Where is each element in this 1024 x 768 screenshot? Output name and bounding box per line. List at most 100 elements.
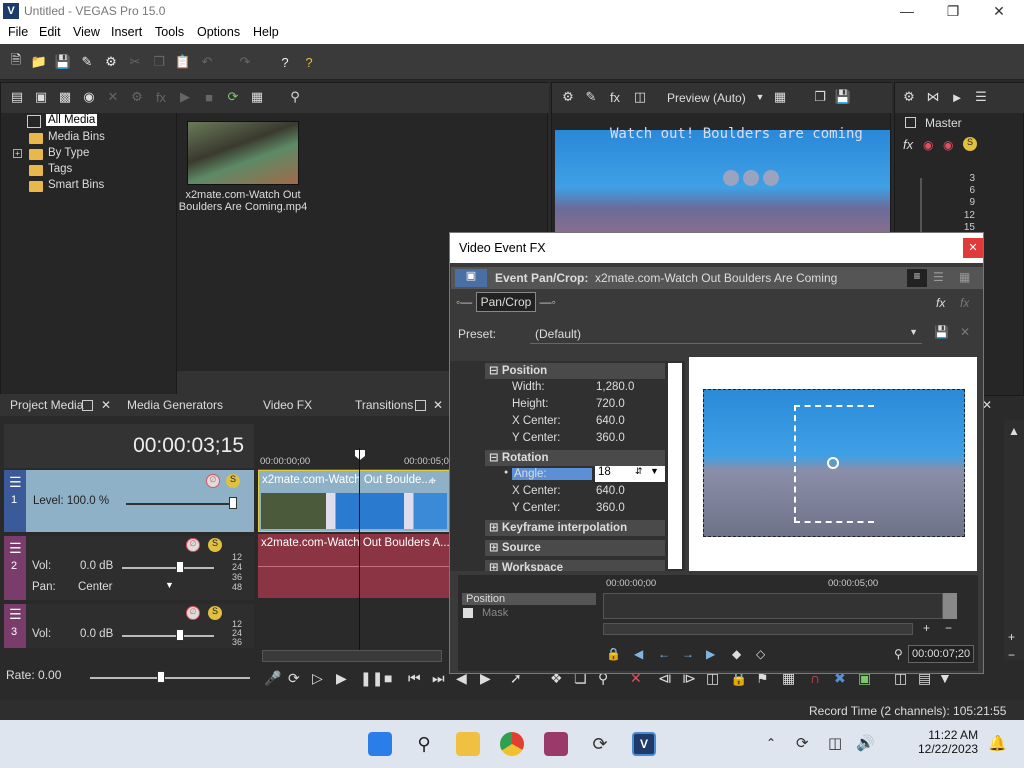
fx-icon[interactable]: fx [153,89,169,105]
sync-cursor-icon[interactable]: 🔒 [606,647,621,661]
tab-video-fx[interactable]: Video FX [263,398,312,412]
settings-gear-icon[interactable]: ⚙ [103,54,119,70]
project-properties-icon[interactable]: ✎ [583,89,599,105]
next-keyframe-icon[interactable]: → [682,647,694,661]
audio-track-3-header[interactable]: ☰ 3 ∅ S Vol: 0.0 dB 12 24 36 [4,604,254,648]
timeline-ruler[interactable]: 00:00:00;00 00:00:05;00 [258,448,454,470]
tree-item-all-media[interactable]: All Media [46,114,98,126]
pause-icon[interactable]: ❚❚ [360,670,383,687]
timeline-scrollbar[interactable] [262,650,442,662]
remove-plugin-icon[interactable]: fx [960,296,969,310]
rotation-y-center-value[interactable]: 360.0 [596,502,625,514]
menu-options[interactable]: Options [197,25,240,39]
vol-slider-knob[interactable] [176,629,184,641]
network-icon[interactable]: ◫ [828,734,842,752]
mixer-icon[interactable]: ☰ [973,89,989,105]
mute-icon[interactable]: ∅ [206,474,220,488]
pan-crop-workspace[interactable] [689,357,977,571]
tree-item-smart-bins[interactable]: Smart Bins [48,179,104,191]
delete-keyframe-icon[interactable]: ◇ [756,647,765,661]
solo-icon[interactable]: S [208,538,222,552]
tab-close-icon[interactable]: ✕ [101,398,111,412]
play-from-start-icon[interactable]: ▷ [312,670,323,687]
pan-crop-chain-button[interactable]: Pan/Crop [475,292,537,312]
prev-keyframe-icon[interactable]: ← [658,647,670,661]
record-icon[interactable]: 🎤 [264,670,281,687]
vol-slider-knob[interactable] [176,561,184,573]
width-value[interactable]: 1,280.0 [596,381,634,393]
master-fx-icon[interactable]: fx [903,137,913,152]
taskbar-clock[interactable]: 11:22 AM 12/22/2023 [918,728,978,756]
delete-preset-icon[interactable]: ✕ [960,325,970,339]
tab-maximize-icon[interactable] [82,400,93,411]
app-icon[interactable]: ⟳ [588,732,612,756]
level-slider-knob[interactable] [229,497,237,509]
winrar-icon[interactable] [544,732,568,756]
maximize-icon[interactable]: ❐ [930,0,976,22]
last-keyframe-icon[interactable]: ▶ [706,647,715,661]
vol-slider[interactable] [122,635,214,637]
menu-view[interactable]: View [73,25,100,39]
mask-checkbox[interactable] [463,608,473,618]
media-thumbnail[interactable] [187,121,299,185]
mute-icon[interactable]: ∅ [186,538,200,552]
tree-item-by-type[interactable]: By Type [48,147,89,159]
save-icon[interactable]: 💾 [55,54,71,70]
go-to-start-icon[interactable]: ⏮ [408,670,421,687]
play-icon[interactable]: ▶ [177,89,193,105]
tab-media-generators[interactable]: Media Generators [127,398,223,412]
go-to-end-icon[interactable]: ⏭ [432,670,445,687]
media-fx-icon[interactable]: ⚙ [129,89,145,105]
video-track-header[interactable]: ☰ 1 ∅ S Level: 100.0 % [4,470,254,532]
dim-output-icon[interactable]: ► [949,89,965,105]
remove-media-icon[interactable]: ✕ [105,89,121,105]
tree-item-media-bins[interactable]: Media Bins [48,131,105,143]
menu-edit[interactable]: Edit [39,25,61,39]
undo-icon[interactable]: ↶ [199,54,215,70]
rate-slider-knob[interactable] [157,671,165,683]
first-keyframe-icon[interactable]: ◀ [634,647,643,661]
stop-icon[interactable]: ■ [384,670,392,686]
section-workspace[interactable]: ⊞ Workspace [485,560,665,571]
open-folder-icon[interactable]: 📁 [31,54,47,70]
play-icon[interactable]: ▶ [336,670,347,687]
preset-dropdown[interactable]: (Default) ▼ [530,323,922,344]
zoom-in-icon[interactable]: + [1008,630,1015,644]
grid-view-icon[interactable]: ▦ [959,270,970,284]
height-value[interactable]: 720.0 [596,398,625,410]
track-menu-icon[interactable]: ☰ [9,540,22,557]
import-media-icon[interactable]: ▤ [9,89,25,105]
pan-crop-icon[interactable]: ⌖ [429,473,436,489]
detail-view-icon[interactable]: ☰ [933,270,944,284]
overlays-icon[interactable]: ▦ [772,89,788,105]
rotation-center-handle[interactable] [827,457,839,469]
solo-icon[interactable]: S [208,606,222,620]
search-icon[interactable]: ⚲ [287,89,303,105]
cut-icon[interactable]: ✂ [127,54,143,70]
preview-settings-icon[interactable]: ⚙ [560,89,576,105]
copy-icon[interactable]: ❐ [151,54,167,70]
views-icon[interactable]: ▦ [249,89,265,105]
auto-preview-icon[interactable]: ⟳ [225,89,241,105]
taskbar-search-icon[interactable]: ⚲ [412,732,436,756]
audio-track-2-header[interactable]: ☰ 2 ∅ S Vol: 0.0 dB Pan: Center ▼ 12 24 36… [4,536,254,600]
x-center-value[interactable]: 640.0 [596,415,625,427]
playhead-marker-icon[interactable] [355,450,365,460]
speaker-icon[interactable]: 🔊 [856,734,875,752]
kf-row-mask[interactable]: Mask [462,607,596,619]
plugin-chain-icon[interactable]: ▣ [455,269,487,287]
menu-insert[interactable]: Insert [111,25,142,39]
tray-sync-icon[interactable]: ⟳ [796,734,809,752]
tab-transitions[interactable]: Transitions [355,398,413,412]
kf-scrollbar[interactable] [603,623,913,635]
capture-video-icon[interactable]: ▣ [33,89,49,105]
section-position[interactable]: ⊟ Position [485,363,665,379]
rotation-x-center-value[interactable]: 640.0 [596,485,625,497]
keyframe-timeline[interactable] [603,593,943,619]
chrome-icon[interactable] [500,732,524,756]
minimize-icon[interactable]: — [884,0,930,22]
notification-bell-icon[interactable]: 🔔 [988,734,1007,752]
kf-row-position[interactable]: Position [462,593,596,605]
save-snapshot-icon[interactable]: 💾 [835,89,851,105]
chevron-down-icon[interactable]: ▼ [909,327,918,337]
